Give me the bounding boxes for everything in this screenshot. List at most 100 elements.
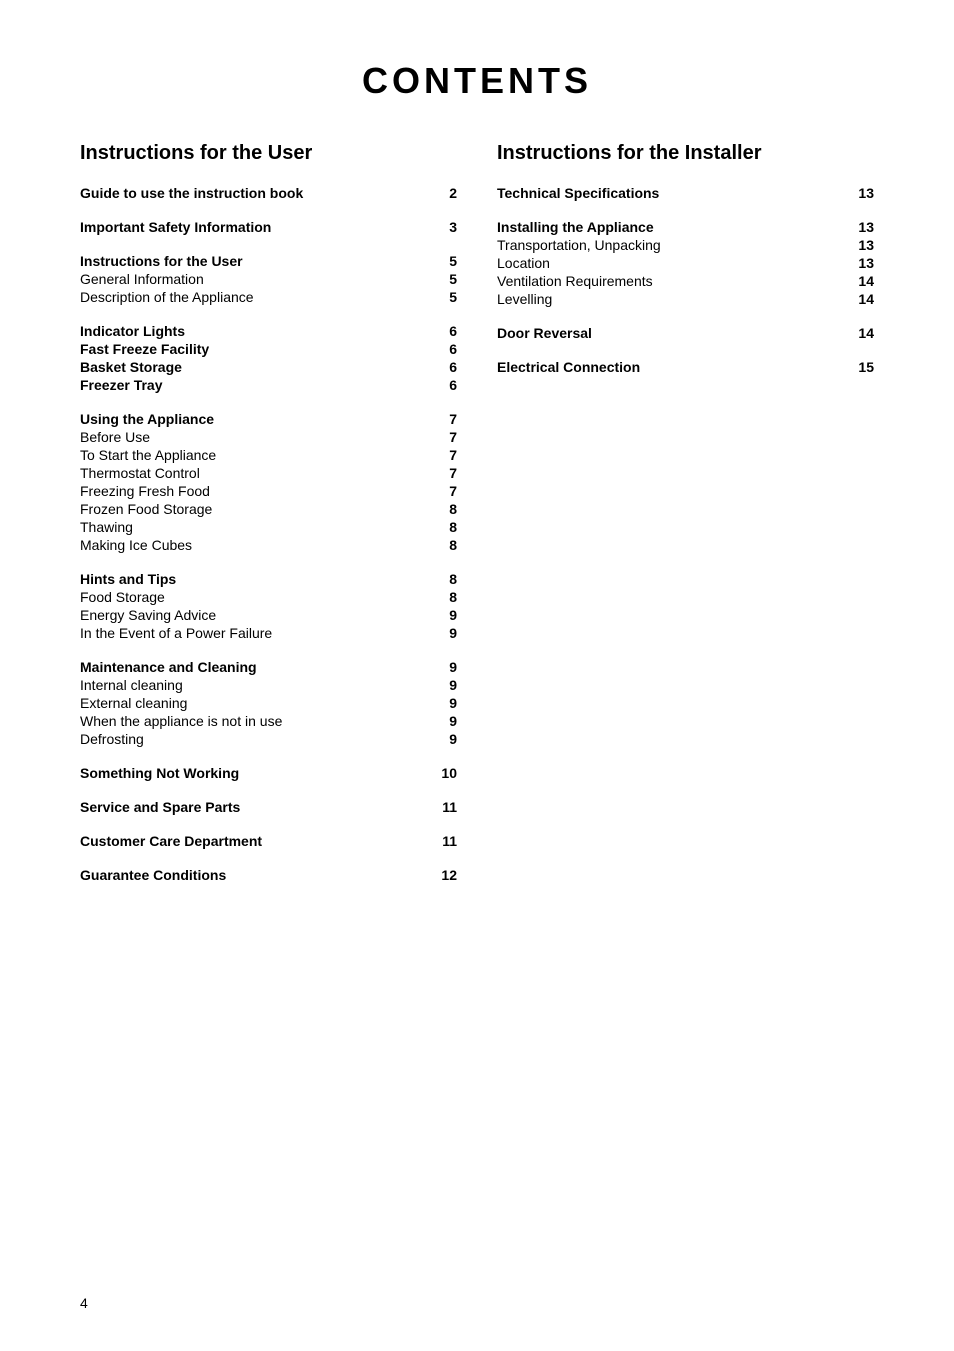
toc-page-number: 8 <box>427 537 457 553</box>
toc-page-number: 13 <box>844 219 874 235</box>
toc-entry: Instructions for the User5 <box>80 253 457 269</box>
toc-entry: Indicator Lights6 <box>80 323 457 339</box>
toc-entry: Internal cleaning9 <box>80 677 457 693</box>
toc-page-number: 6 <box>427 359 457 375</box>
toc-label: Transportation, Unpacking <box>497 237 844 253</box>
toc-entry: Freezing Fresh Food7 <box>80 483 457 499</box>
toc-label: Hints and Tips <box>80 571 427 587</box>
columns-container: Instructions for the User Guide to use t… <box>80 142 874 901</box>
toc-entry: Service and Spare Parts11 <box>80 799 457 815</box>
toc-page-number: 6 <box>427 323 457 339</box>
left-column: Instructions for the User Guide to use t… <box>80 142 457 901</box>
toc-label: Customer Care Department <box>80 833 427 849</box>
right-column: Instructions for the Installer Technical… <box>497 142 874 901</box>
toc-entry: Location13 <box>497 255 874 271</box>
toc-page-number: 5 <box>427 289 457 305</box>
toc-entry: Transportation, Unpacking13 <box>497 237 874 253</box>
toc-label: Location <box>497 255 844 271</box>
toc-page-number: 7 <box>427 429 457 445</box>
toc-entry: In the Event of a Power Failure9 <box>80 625 457 641</box>
toc-page-number: 8 <box>427 589 457 605</box>
toc-group: Technical Specifications13 <box>497 185 874 201</box>
toc-group: Guide to use the instruction book2 <box>80 185 457 201</box>
toc-label: Levelling <box>497 291 844 307</box>
toc-label: When the appliance is not in use <box>80 713 427 729</box>
toc-label: Frozen Food Storage <box>80 501 427 517</box>
toc-label: Guide to use the instruction book <box>80 185 427 201</box>
toc-group: Customer Care Department11 <box>80 833 457 849</box>
toc-group: Installing the Appliance13Transportation… <box>497 219 874 307</box>
toc-label: Before Use <box>80 429 427 445</box>
toc-page-number: 9 <box>427 731 457 747</box>
right-toc-groups: Technical Specifications13Installing the… <box>497 185 874 375</box>
right-column-heading: Instructions for the Installer <box>497 142 874 165</box>
toc-label: Technical Specifications <box>497 185 844 201</box>
toc-entry: Door Reversal14 <box>497 325 874 341</box>
toc-page-number: 9 <box>427 713 457 729</box>
toc-group: Hints and Tips8Food Storage8Energy Savin… <box>80 571 457 641</box>
toc-page-number: 10 <box>427 765 457 781</box>
toc-page-number: 13 <box>844 237 874 253</box>
page-number: 4 <box>80 1295 88 1311</box>
toc-label: Thermostat Control <box>80 465 427 481</box>
toc-label: To Start the Appliance <box>80 447 427 463</box>
toc-entry: Description of the Appliance5 <box>80 289 457 305</box>
toc-entry: Using the Appliance7 <box>80 411 457 427</box>
toc-page-number: 11 <box>427 833 457 849</box>
left-column-heading: Instructions for the User <box>80 142 457 165</box>
toc-entry: Something Not Working10 <box>80 765 457 781</box>
toc-entry: Thawing8 <box>80 519 457 535</box>
toc-page-number: 8 <box>427 519 457 535</box>
toc-entry: When the appliance is not in use9 <box>80 713 457 729</box>
toc-entry: Energy Saving Advice9 <box>80 607 457 623</box>
toc-page-number: 11 <box>427 799 457 815</box>
page-title: CONTENTS <box>80 60 874 102</box>
toc-group: Using the Appliance7Before Use7To Start … <box>80 411 457 553</box>
toc-group: Service and Spare Parts11 <box>80 799 457 815</box>
toc-entry: Making Ice Cubes8 <box>80 537 457 553</box>
toc-group: Something Not Working10 <box>80 765 457 781</box>
toc-label: Installing the Appliance <box>497 219 844 235</box>
toc-page-number: 5 <box>427 253 457 269</box>
toc-entry: Defrosting9 <box>80 731 457 747</box>
toc-page-number: 7 <box>427 447 457 463</box>
toc-page-number: 7 <box>427 411 457 427</box>
toc-label: Energy Saving Advice <box>80 607 427 623</box>
toc-label: Thawing <box>80 519 427 535</box>
toc-page-number: 7 <box>427 465 457 481</box>
toc-page-number: 14 <box>844 325 874 341</box>
toc-label: Electrical Connection <box>497 359 844 375</box>
toc-page-number: 14 <box>844 291 874 307</box>
toc-entry: General Information5 <box>80 271 457 287</box>
toc-page-number: 8 <box>427 501 457 517</box>
toc-entry: Customer Care Department11 <box>80 833 457 849</box>
toc-page-number: 14 <box>844 273 874 289</box>
toc-label: Indicator Lights <box>80 323 427 339</box>
toc-group: Guarantee Conditions12 <box>80 867 457 883</box>
toc-page-number: 15 <box>844 359 874 375</box>
toc-label: Important Safety Information <box>80 219 427 235</box>
toc-group: Maintenance and Cleaning9Internal cleani… <box>80 659 457 747</box>
toc-page-number: 9 <box>427 659 457 675</box>
toc-entry: Installing the Appliance13 <box>497 219 874 235</box>
toc-page-number: 12 <box>427 867 457 883</box>
toc-page-number: 2 <box>427 185 457 201</box>
toc-entry: Thermostat Control7 <box>80 465 457 481</box>
toc-page-number: 9 <box>427 677 457 693</box>
toc-group: Electrical Connection15 <box>497 359 874 375</box>
toc-label: Fast Freeze Facility <box>80 341 427 357</box>
toc-entry: Before Use7 <box>80 429 457 445</box>
toc-page-number: 9 <box>427 625 457 641</box>
toc-group: Important Safety Information3 <box>80 219 457 235</box>
toc-label: Something Not Working <box>80 765 427 781</box>
toc-entry: Electrical Connection15 <box>497 359 874 375</box>
toc-label: Instructions for the User <box>80 253 427 269</box>
toc-group: Door Reversal14 <box>497 325 874 341</box>
toc-page-number: 6 <box>427 377 457 393</box>
toc-group: Indicator Lights6Fast Freeze Facility6Ba… <box>80 323 457 393</box>
toc-label: Basket Storage <box>80 359 427 375</box>
toc-entry: Basket Storage6 <box>80 359 457 375</box>
toc-page-number: 8 <box>427 571 457 587</box>
toc-entry: Guarantee Conditions12 <box>80 867 457 883</box>
toc-page-number: 6 <box>427 341 457 357</box>
